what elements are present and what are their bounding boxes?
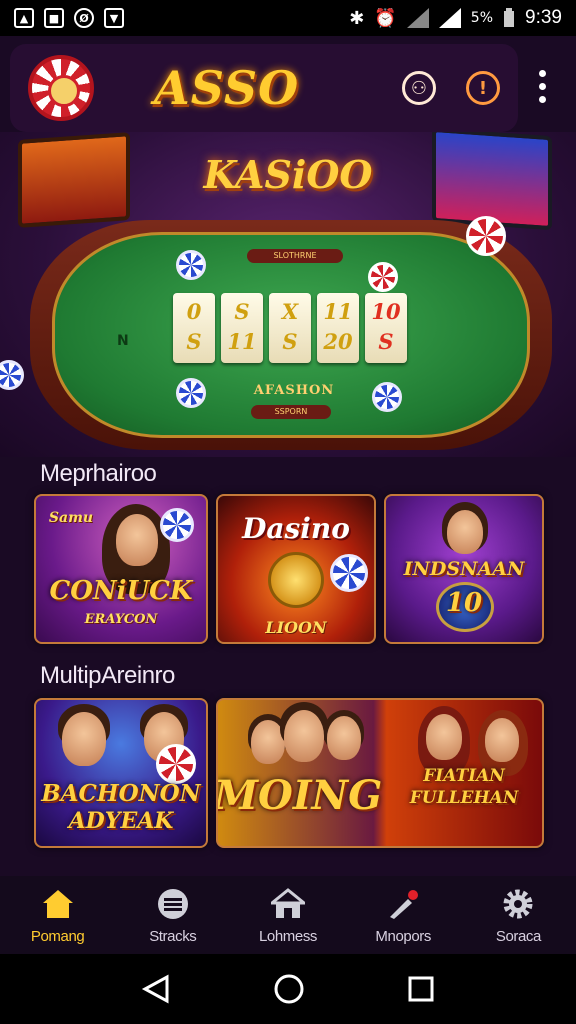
recents-icon[interactable]: [407, 975, 435, 1003]
felt-plate: SLOTHRNE: [247, 249, 343, 263]
section-title-2: MultipAreinro: [40, 662, 175, 689]
wifi-icon: [438, 8, 461, 28]
tile-tag: Samu: [48, 510, 94, 526]
poker-table: SLOTHRNE N 0S S 11 XS 11 20 10 S AFASHON SS…: [52, 232, 530, 438]
tile-title: BACHONON: [41, 780, 201, 807]
nav-label: Mnopors: [375, 928, 431, 945]
playing-card: 0S: [173, 293, 215, 363]
poker-chip-icon: [0, 360, 24, 390]
support-icon[interactable]: ⚇: [402, 71, 436, 105]
hero-title: KASiOO: [203, 152, 373, 197]
nav-label: Soraca: [495, 928, 542, 945]
game-tile-3[interactable]: INDSNAAN 10: [384, 494, 544, 644]
chip-stack-icon: [155, 886, 191, 922]
poker-chip-icon: [466, 216, 506, 256]
bottom-nav: Pomang Stracks Lohmess Mnopors Soraca: [0, 876, 576, 954]
app-bar: ASSO ⚇ !: [10, 44, 518, 132]
pen-notification-icon: [385, 886, 421, 922]
back-icon[interactable]: [141, 974, 171, 1004]
nav-label: Pomang: [30, 928, 85, 945]
game-tile-4[interactable]: BACHONON ADYEAK: [34, 698, 208, 848]
nav-item-mnopors[interactable]: Mnopors: [346, 876, 461, 954]
playing-card: XS: [269, 293, 311, 363]
tile-title: CONiUCK: [49, 576, 193, 606]
tile-title-secondary: FIATIAN: [423, 766, 505, 786]
nav-label: Stracks: [149, 928, 197, 945]
nav-item-lohmess[interactable]: Lohmess: [230, 876, 345, 954]
home-circle-icon[interactable]: [273, 973, 305, 1005]
nfc-icon: Ø: [74, 8, 94, 28]
poker-chip-icon: [176, 250, 206, 280]
alarm-icon: ⏰: [374, 7, 397, 29]
felt-marker: N: [117, 333, 129, 349]
poker-chip-icon: [176, 378, 206, 408]
section-title-1: Meprhairoo: [40, 460, 157, 487]
game-tile-5[interactable]: MOING FIATIAN FULLEHAN: [216, 698, 544, 848]
store-icon: [270, 886, 306, 922]
playing-card: S 11: [221, 293, 263, 363]
hero-banner[interactable]: KASiOO SLOTHRNE N 0S S 11 XS 11 20 10 S AFA…: [0, 132, 576, 457]
tile-title: Dasino: [242, 512, 350, 545]
app-title: ASSO: [154, 61, 300, 115]
clock: 9:39: [525, 7, 562, 28]
playing-card: 10 S: [365, 293, 407, 363]
gear-icon: [500, 886, 536, 922]
alert-icon[interactable]: !: [466, 71, 500, 105]
download-icon: ▼: [104, 8, 124, 28]
nav-item-home[interactable]: Pomang: [0, 876, 115, 954]
battery-icon: [504, 8, 515, 27]
tile-subtitle: ADYEAK: [68, 808, 174, 834]
game-tile-1[interactable]: Samu CONiUCK ERAYCON: [34, 494, 208, 644]
signal-icon: [406, 8, 429, 28]
game-tile-2[interactable]: Dasino LIOON: [216, 494, 376, 644]
nav-item-stracks[interactable]: Stracks: [115, 876, 230, 954]
tile-number: 10: [445, 588, 483, 618]
nav-item-soraca[interactable]: Soraca: [461, 876, 576, 954]
tile-subtitle: ERAYCON: [84, 612, 158, 627]
message-icon: ■: [44, 8, 64, 28]
felt-label: AFASHON: [253, 383, 335, 398]
poker-chip-icon: [368, 262, 398, 292]
image-icon: ▲: [14, 8, 34, 28]
poker-chip-icon: [372, 382, 402, 412]
signal-percent: 5%: [470, 10, 494, 26]
bluetooth-icon: ✱: [349, 7, 365, 29]
playing-card: 11 20: [317, 293, 359, 363]
card-row: 0S S 11 XS 11 20 10 S: [173, 293, 407, 363]
tile-subtitle-secondary: FULLEHAN: [409, 788, 519, 808]
more-vert-icon[interactable]: [536, 70, 548, 103]
felt-plate-lower: SSPORN: [251, 405, 331, 419]
app-logo-chip-icon[interactable]: [28, 55, 94, 121]
nav-label: Lohmess: [258, 928, 318, 945]
tile-title: INDSNAAN: [403, 558, 525, 580]
tile-subtitle: LIOON: [265, 618, 327, 637]
home-icon: [40, 886, 76, 922]
status-bar: ▲ ■ Ø ▼ ✱ ⏰ 5% 9:39: [0, 0, 576, 36]
system-nav-bar: [0, 954, 576, 1024]
